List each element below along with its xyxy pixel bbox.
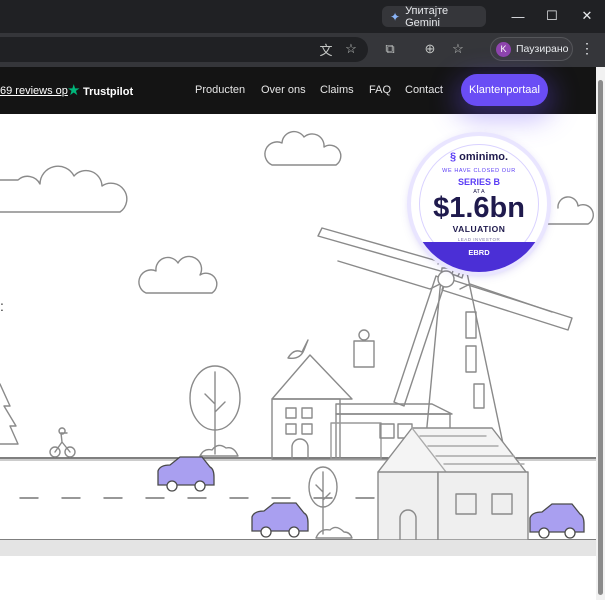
- car: [157, 456, 215, 486]
- badge-brand: ominimo.: [459, 151, 509, 163]
- close-icon[interactable]: ✕: [575, 6, 599, 26]
- funding-badge[interactable]: § ominimo. WE HAVE CLOSED OUR SERIES B A…: [411, 136, 547, 272]
- profile-button[interactable]: K Паузирано: [490, 37, 573, 61]
- menu-dots-icon[interactable]: ⋮: [580, 40, 594, 57]
- nav-over-ons[interactable]: Over ons: [261, 84, 306, 96]
- hero-partial-text: :: [0, 298, 4, 314]
- nav-contact[interactable]: Contact: [405, 84, 443, 96]
- nav-claims[interactable]: Claims: [320, 84, 354, 96]
- badge-amount: $1.6bn: [433, 192, 525, 224]
- customer-portal-button[interactable]: Klantenportaal: [461, 74, 548, 106]
- badge-closed-text: WE HAVE CLOSED OUR: [442, 168, 516, 174]
- ask-gemini-label: Упитајте Gemini: [405, 4, 449, 29]
- avatar: K: [496, 41, 511, 57]
- badge-band: [411, 242, 547, 272]
- house: [271, 354, 353, 400]
- car: [529, 503, 585, 533]
- trustpilot-logo: Trustpilot: [83, 86, 134, 98]
- extensions-icon[interactable]: ⧉: [379, 39, 401, 59]
- car: [251, 502, 309, 532]
- cloud: [138, 255, 218, 294]
- cloud: [547, 196, 594, 225]
- minimize-icon[interactable]: —: [506, 6, 530, 26]
- bookmarks-icon[interactable]: ☆: [447, 39, 469, 59]
- ominimo-logo-icon: §: [449, 151, 457, 163]
- reviews-link[interactable]: 69 reviews op: [0, 85, 68, 97]
- maximize-icon[interactable]: ☐: [540, 6, 564, 26]
- bookmark-star-icon[interactable]: ☆: [340, 39, 362, 59]
- gemini-spark-icon: ✦: [390, 9, 401, 24]
- cloud: [0, 165, 128, 213]
- badge-logo: § ominimo.: [411, 151, 547, 163]
- incognito-icon[interactable]: ⊕: [419, 39, 441, 59]
- cloud: [264, 130, 342, 166]
- translate-icon[interactable]: 文: [315, 39, 337, 59]
- address-bar[interactable]: [0, 37, 368, 62]
- front-house: [377, 427, 527, 473]
- badge-series: SERIES B: [457, 177, 500, 187]
- bird-icon: [287, 339, 309, 360]
- trustpilot-star-icon: ★: [67, 82, 81, 99]
- badge-valuation: VALUATION: [452, 224, 506, 234]
- profile-label: Паузирано: [516, 43, 569, 55]
- pine-tree: [0, 383, 19, 445]
- scrollbar-thumb[interactable]: [598, 80, 603, 595]
- ask-gemini-button[interactable]: ✦ Упитајте Gemini: [382, 4, 486, 29]
- badge-investor: EBRD: [468, 248, 490, 257]
- nav-faq[interactable]: FAQ: [369, 84, 391, 96]
- nav-producten[interactable]: Producten: [195, 84, 245, 96]
